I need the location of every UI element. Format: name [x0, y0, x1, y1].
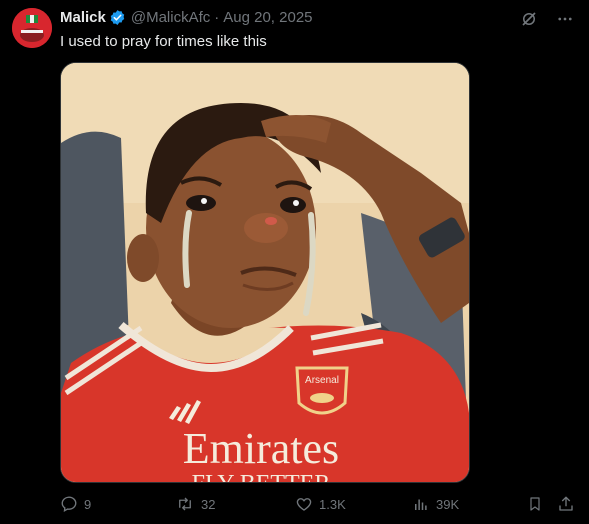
views-count: 39K — [436, 496, 460, 512]
more-icon[interactable] — [555, 9, 575, 29]
like-count: 1.3K — [319, 496, 346, 512]
bookmark-icon — [527, 495, 543, 513]
bookmark-button[interactable] — [527, 495, 543, 513]
repost-icon — [175, 495, 195, 513]
like-button[interactable]: 1.3K — [295, 495, 346, 513]
share-icon — [557, 495, 575, 513]
tweet-header: Malick @MalickAfc · Aug 20, 2025 — [60, 9, 313, 26]
views-button[interactable]: 39K — [412, 495, 459, 513]
tweet-text: I used to pray for times like this — [60, 33, 267, 50]
author-name[interactable]: Malick — [60, 9, 106, 26]
author-handle[interactable]: @MalickAfc — [131, 9, 210, 26]
top-icons — [519, 9, 575, 29]
reply-button[interactable]: 9 — [60, 495, 91, 513]
tweet-actions: 9 32 1.3K 39K — [60, 495, 575, 515]
separator-dot: · — [214, 9, 220, 26]
avatar[interactable] — [12, 8, 52, 48]
repost-count: 32 — [201, 496, 216, 512]
reply-count: 9 — [84, 496, 92, 512]
jersey-sponsor-line2: FLY BETTER — [192, 471, 331, 482]
crest-text: Arsenal — [305, 375, 339, 386]
jersey-sponsor: Emirates — [183, 424, 339, 473]
crying-child-illustration: Arsenal Emirates FLY BETTER — [61, 63, 469, 482]
avatar-image — [12, 8, 52, 48]
like-icon — [295, 495, 313, 513]
reply-icon — [60, 495, 78, 513]
verified-badge-icon — [109, 9, 126, 26]
grok-icon[interactable] — [519, 9, 539, 29]
tweet-media[interactable]: Arsenal Emirates FLY BETTER — [60, 62, 470, 483]
repost-button[interactable]: 32 — [175, 495, 215, 513]
views-icon — [412, 495, 430, 513]
tweet-date[interactable]: Aug 20, 2025 — [223, 9, 312, 26]
share-button[interactable] — [557, 495, 575, 513]
